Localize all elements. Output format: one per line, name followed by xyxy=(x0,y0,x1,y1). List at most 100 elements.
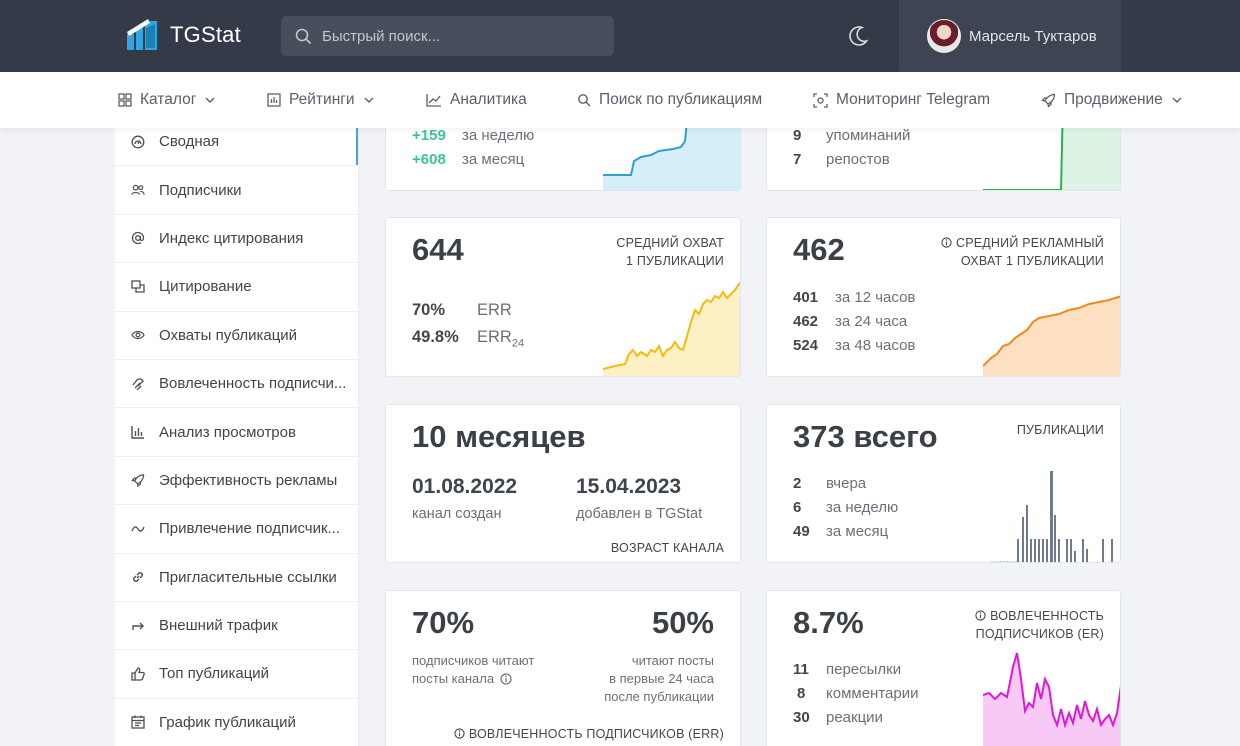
err-subscript: 24 xyxy=(511,337,525,350)
sidebar-item-ad-efficiency[interactable]: Эффективность рекламы xyxy=(115,457,358,506)
sidebar-item-invite-links[interactable]: Пригласительные ссылки xyxy=(115,554,358,602)
sidebar-item-top-posts[interactable]: Топ публикаций xyxy=(115,650,358,699)
sidebar-item-external-traffic[interactable]: Внешний трафик xyxy=(115,602,358,651)
stat-label: за 48 часов xyxy=(835,337,916,354)
search-box[interactable] xyxy=(281,16,614,56)
nav-label: Продвижение xyxy=(1064,91,1163,108)
caption-line: СРЕДНИЙ РЕКЛАМНЫЙ xyxy=(941,234,1104,252)
nav-label: Поиск по публикациям xyxy=(599,91,763,108)
caption-line: 1 ПУБЛИКАЦИИ xyxy=(626,254,724,268)
avg-reach-caption: СРЕДНИЙ ОХВАТ 1 ПУБЛИКАЦИИ xyxy=(616,234,724,270)
sidebar-item-subscribers[interactable]: Подписчики xyxy=(115,166,358,215)
nav-label: Рейтинги xyxy=(289,91,355,108)
stat-value: +608 xyxy=(412,151,446,168)
trend-icon xyxy=(131,522,145,536)
er-caption: ВОВЛЕЧЕННОСТЬ ПОДПИСЧИКОВ (ER) xyxy=(975,607,1104,643)
nav-item-monitoring[interactable]: Мониторинг Telegram xyxy=(813,72,990,128)
nav-item-ratings[interactable]: Рейтинги xyxy=(267,72,375,128)
nav-item-promotion[interactable]: Продвижение xyxy=(1041,72,1183,128)
info-icon[interactable] xyxy=(941,237,952,248)
err-label: ERR xyxy=(477,328,512,346)
subs-row-month: +608 за месяц xyxy=(412,151,524,168)
sidebar-item-views-analysis[interactable]: Анализ просмотров xyxy=(115,408,358,457)
sidebar-item-label: Топ публикаций xyxy=(159,665,270,683)
logo[interactable]: TGStat xyxy=(126,18,241,52)
posts-row-week: 6 за неделю xyxy=(793,499,898,516)
sidebar-item-label: Охваты публикаций xyxy=(159,326,298,344)
sidebar-item-post-reach[interactable]: Охваты публикаций xyxy=(115,312,358,360)
ad-reach-row-24h: 462 за 24 часа xyxy=(793,313,907,330)
info-icon[interactable] xyxy=(975,610,986,621)
external-arrow-icon xyxy=(131,619,145,633)
stat-value: 6 xyxy=(793,499,802,516)
stat-value: 49.8% xyxy=(412,328,459,346)
nav-item-analytics[interactable]: Аналитика xyxy=(426,72,527,128)
dashboard-icon xyxy=(131,135,145,149)
stat-value: 8 xyxy=(797,685,806,702)
err-caption: ВОВЛЕЧЕННОСТЬ ПОДПИСЧИКОВ (ERR) xyxy=(454,725,724,743)
nav-label: Мониторинг Telegram xyxy=(836,91,991,108)
err-left-label: подписчиков читают посты канала xyxy=(412,652,534,688)
er-row-reactions: 30 реакции xyxy=(793,709,883,726)
sidebar-item-citation-index[interactable]: Индекс цитирования xyxy=(115,215,358,264)
nav-item-catalog[interactable]: Каталог xyxy=(118,72,216,128)
sidebar-item-label: График публикаций xyxy=(159,713,296,731)
sidebar-item-label: Привлечение подписчик... xyxy=(159,520,341,538)
caption-text: СРЕДНИЙ РЕКЛАМНЫЙ xyxy=(955,236,1104,250)
search-input[interactable] xyxy=(322,27,592,45)
ad-reach-sparkline xyxy=(983,295,1120,376)
monitor-icon xyxy=(813,92,828,108)
chevron-down-icon xyxy=(205,97,215,103)
err-value-left: 70% xyxy=(412,605,475,640)
er-sparkline xyxy=(983,652,1120,746)
bar-chart-icon xyxy=(131,425,145,439)
added-label: добавлен в TGStat xyxy=(576,506,703,522)
stat-value: 2 xyxy=(793,475,802,492)
calendar-icon xyxy=(131,715,145,730)
rocket-icon xyxy=(131,473,145,488)
sidebar-item-citations[interactable]: Цитирование xyxy=(115,263,358,312)
stat-label: за 12 часов xyxy=(835,289,916,306)
thumbs-up-icon xyxy=(131,667,145,681)
sidebar-item-subscriber-acquisition[interactable]: Привлечение подписчик... xyxy=(115,505,358,554)
avg-reach-value: 644 xyxy=(412,232,464,267)
sidebar-item-label: Эффективность рекламы xyxy=(159,471,338,489)
channel-age-value: 10 месяцев xyxy=(412,419,586,454)
user-name: Марсель Туктаров xyxy=(969,27,1097,45)
sidebar-item-posting-schedule[interactable]: График публикаций xyxy=(115,699,358,746)
caption-text: ВОВЛЕЧЕННОСТЬ ПОДПИСЧИКОВ (ERR) xyxy=(468,727,724,741)
sidebar-item-label: Цитирование xyxy=(159,278,252,296)
engagement-icon xyxy=(131,377,145,391)
sidebar-item-label: Индекс цитирования xyxy=(159,229,304,247)
nav-item-post-search[interactable]: Поиск по публикациям xyxy=(577,72,762,128)
user-menu[interactable]: Марсель Туктаров xyxy=(899,0,1121,72)
created-date: 01.08.2022 xyxy=(412,475,518,498)
sidebar-item-label: Подписчики xyxy=(159,181,242,199)
stat-label: за месяц xyxy=(826,523,889,540)
moon-icon[interactable] xyxy=(846,24,870,48)
chevron-down-icon xyxy=(1172,97,1182,103)
sidebar-item-engagement[interactable]: Вовлеченность подписчи... xyxy=(115,360,358,409)
created-label: канал создан xyxy=(412,506,502,522)
chevron-down-icon xyxy=(364,97,374,103)
posts-card: 373 всего ПУБЛИКАЦИИ 2 вчера 6 за неделю… xyxy=(766,404,1121,563)
line-chart-icon xyxy=(426,94,441,107)
main-nav: Каталог Рейтинги Аналитика Поиск по публ… xyxy=(0,72,1240,128)
stat-label: комментарии xyxy=(826,685,919,702)
avg-ad-reach-value: 462 xyxy=(793,232,845,267)
stat-value: 7 xyxy=(793,151,802,168)
sidebar-item-label: Вовлеченность подписчи... xyxy=(159,375,347,393)
err-value-right: 50% xyxy=(651,605,714,640)
posts-bar-chart xyxy=(991,471,1113,562)
eye-icon xyxy=(131,328,145,342)
er-row-comments: 8 комментарии xyxy=(793,685,918,702)
sidebar-item-label: Внешний трафик xyxy=(159,617,278,635)
info-icon[interactable] xyxy=(454,728,465,739)
stat-value: 30 xyxy=(793,709,810,726)
posts-total-value: 373 всего xyxy=(793,419,938,455)
rocket-icon xyxy=(1041,93,1056,108)
subs-row-week: +159 за неделю xyxy=(412,127,534,144)
er-card: 8.7% ВОВЛЕЧЕННОСТЬ ПОДПИСЧИКОВ (ER) 11 п… xyxy=(766,590,1121,746)
info-icon[interactable] xyxy=(500,673,512,685)
posts-total-text: 373 всего xyxy=(793,419,938,454)
